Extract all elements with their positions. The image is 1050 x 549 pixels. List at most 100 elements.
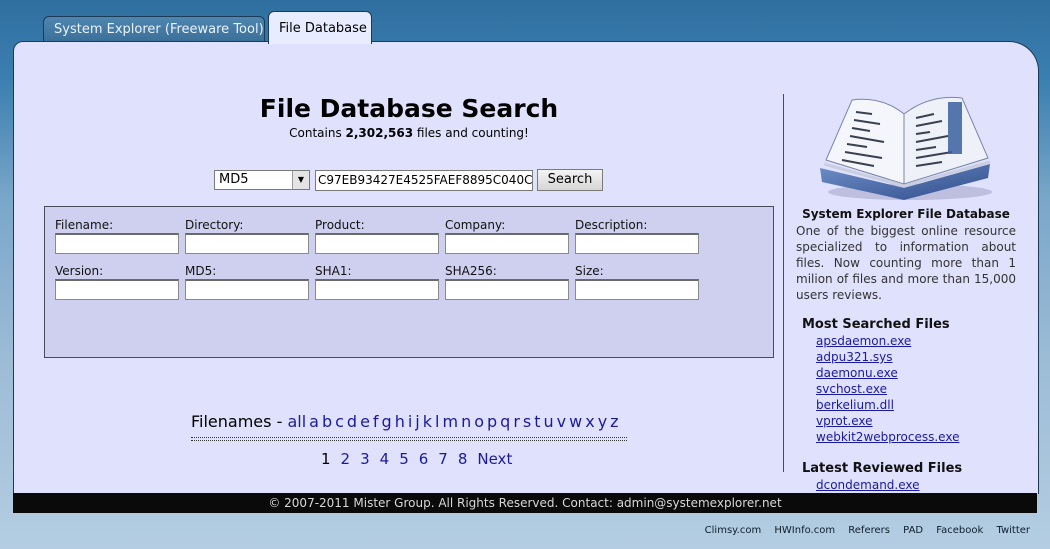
product-field: Product: (315, 218, 441, 254)
filename-index: Filenames - all a b c d e f g h i j k l m n o p q r s t u v w x y… (191, 412, 622, 431)
most-searched-link[interactable]: apsdaemon.exe (816, 334, 959, 350)
tab-system-explorer[interactable]: System Explorer (Freeware Tool) (43, 16, 265, 42)
link-climsy[interactable]: Climsy.com (705, 525, 762, 536)
filenames-label: Filenames (191, 412, 272, 431)
filename-field: Filename: (55, 218, 181, 254)
link-pad[interactable]: PAD (903, 525, 923, 536)
letter-link-s[interactable]: s (523, 412, 531, 431)
page-link-2[interactable]: 2 (341, 450, 351, 468)
page-link-3[interactable]: 3 (360, 450, 370, 468)
letter-link-u[interactable]: u (544, 412, 554, 431)
letter-link-m[interactable]: m (442, 412, 458, 431)
latest-reviewed-link[interactable]: dcondemand.exe (816, 478, 920, 494)
file-count: 2,302,563 (345, 126, 414, 140)
page-link-4[interactable]: 4 (380, 450, 390, 468)
field-label: SHA1: (315, 264, 352, 278)
field-label: Version: (55, 264, 104, 278)
directory-field: Directory: (185, 218, 311, 254)
letter-link-o[interactable]: o (474, 412, 484, 431)
letter-link-z[interactable]: z (610, 412, 618, 431)
subtitle-suffix: files and counting! (413, 126, 529, 140)
book-icon (812, 92, 1002, 204)
hash-type-select[interactable]: MD5 ▼ (214, 170, 310, 190)
page-title: File Database Search (259, 94, 559, 123)
field-label: Filename: (55, 218, 114, 232)
field-label: MD5: (185, 264, 217, 278)
most-searched-link[interactable]: berkelium.dll (816, 398, 959, 414)
letter-link-i[interactable]: i (408, 412, 412, 431)
sha256-field: SHA256: (445, 264, 571, 300)
letter-link-d[interactable]: d (347, 412, 357, 431)
search-button[interactable]: Search (537, 169, 603, 191)
link-twitter[interactable]: Twitter (996, 525, 1030, 536)
letter-link-v[interactable]: v (557, 412, 566, 431)
letter-link-j[interactable]: j (415, 412, 419, 431)
tab-file-database[interactable]: File Database (268, 11, 372, 44)
most-searched-link[interactable]: svchost.exe (816, 382, 959, 398)
letter-link-f[interactable]: f (373, 412, 379, 431)
hash-input[interactable]: C97EB93427E4525FAEF8895C040C (315, 170, 533, 191)
sha1-input[interactable] (315, 279, 439, 300)
most-searched-link[interactable]: daemonu.exe (816, 366, 959, 382)
link-facebook[interactable]: Facebook (936, 525, 983, 536)
sidebar-description: One of the biggest online resource speci… (796, 224, 1016, 302)
letter-link-h[interactable]: h (395, 412, 405, 431)
field-label: Product: (315, 218, 365, 232)
subtitle-prefix: Contains (289, 126, 346, 140)
letter-link-b[interactable]: b (322, 412, 332, 431)
page-link-8[interactable]: 8 (458, 450, 468, 468)
page-subtitle: Contains 2,302,563 files and counting! (14, 126, 804, 140)
md5-input[interactable] (185, 279, 309, 300)
field-label: Size: (575, 264, 604, 278)
page-current: 1 (321, 450, 331, 468)
letter-link-k[interactable]: k (423, 412, 432, 431)
field-label: Company: (445, 218, 506, 232)
company-field: Company: (445, 218, 571, 254)
page-link-5[interactable]: 5 (399, 450, 409, 468)
size-input[interactable] (575, 279, 699, 300)
advanced-fields-box: Filename: Directory: Product: Company: D… (44, 206, 774, 358)
link-hwinfo[interactable]: HWInfo.com (774, 525, 835, 536)
product-input[interactable] (315, 233, 439, 254)
letter-link-y[interactable]: y (598, 412, 607, 431)
sha256-input[interactable] (445, 279, 569, 300)
most-searched-link[interactable]: adpu321.sys (816, 350, 959, 366)
page-link-7[interactable]: 7 (438, 450, 448, 468)
filenames-separator: - (271, 412, 288, 431)
letter-link-all[interactable]: all (287, 412, 306, 431)
field-label: SHA256: (445, 264, 497, 278)
latest-reviewed-heading: Latest Reviewed Files (802, 461, 963, 476)
letter-link-n[interactable]: n (461, 412, 471, 431)
letter-link-t[interactable]: t (534, 412, 540, 431)
letter-link-a[interactable]: a (309, 412, 319, 431)
copyright-text: © 2007-2011 Mister Group. All Rights Res… (268, 496, 782, 510)
footer-bar: © 2007-2011 Mister Group. All Rights Res… (13, 493, 1037, 513)
letter-link-q[interactable]: q (500, 412, 510, 431)
company-input[interactable] (445, 233, 569, 254)
letter-link-p[interactable]: p (487, 412, 497, 431)
letter-link-w[interactable]: w (569, 412, 582, 431)
field-label: Description: (575, 218, 648, 232)
letter-link-g[interactable]: g (382, 412, 392, 431)
description-input[interactable] (575, 233, 699, 254)
page-link-6[interactable]: 6 (419, 450, 429, 468)
most-searched-link[interactable]: vprot.exe (816, 414, 959, 430)
most-searched-heading: Most Searched Files (802, 317, 950, 332)
link-referers[interactable]: Referers (848, 525, 890, 536)
letter-link-e[interactable]: e (360, 412, 370, 431)
letter-link-x[interactable]: x (585, 412, 594, 431)
hash-type-value: MD5 (219, 172, 249, 187)
filename-index-divider (191, 437, 627, 441)
size-field: Size: (575, 264, 701, 300)
filename-input[interactable] (55, 233, 179, 254)
version-input[interactable] (55, 279, 179, 300)
field-label: Directory: (185, 218, 244, 232)
most-searched-link[interactable]: webkit2webprocess.exe (816, 430, 959, 446)
chevron-down-icon[interactable]: ▼ (292, 171, 309, 189)
sidebar-divider (783, 94, 784, 472)
letter-link-l[interactable]: l (435, 412, 439, 431)
page-next-link[interactable]: Next (477, 450, 512, 468)
letter-link-r[interactable]: r (513, 412, 520, 431)
directory-input[interactable] (185, 233, 309, 254)
letter-link-c[interactable]: c (335, 412, 344, 431)
